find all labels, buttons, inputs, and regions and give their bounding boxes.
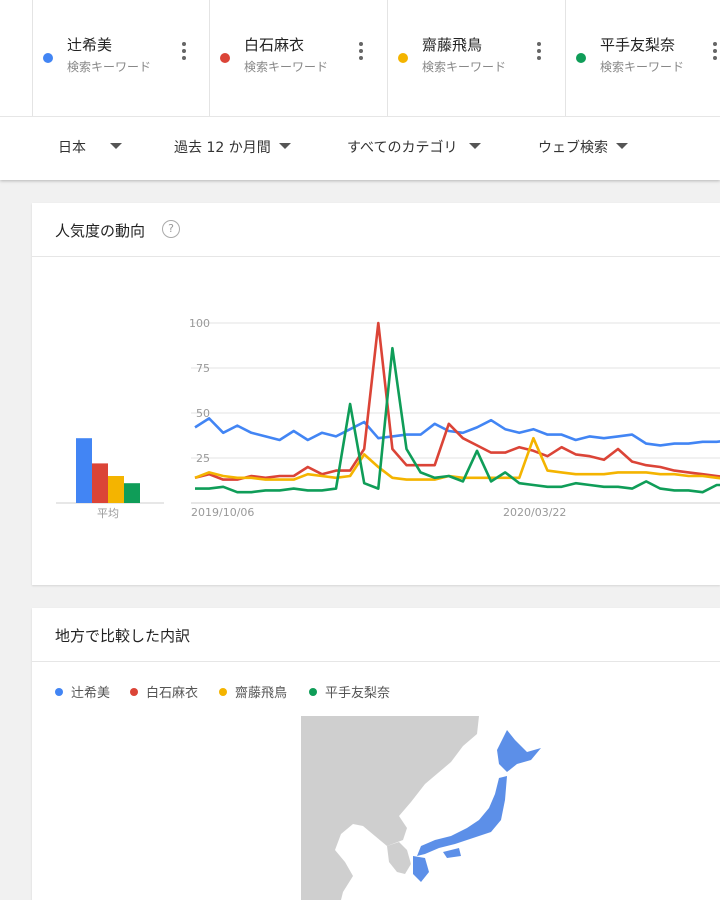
term-name: 白石麻衣 <box>244 36 305 54</box>
term-name: 齋藤飛鳥 <box>422 36 483 54</box>
trend-chart: 2550751002019/10/06 2020/03/22平均 <box>56 317 720 520</box>
card-title: 人気度の動向 <box>55 222 146 240</box>
dropdown-arrow-icon <box>469 143 482 149</box>
legend-label: 辻希美 <box>71 686 111 701</box>
korean-peninsula-shape <box>387 842 411 874</box>
legend-item: 齋藤飛鳥 <box>219 682 287 701</box>
term-type: 検索キーワード <box>600 60 685 74</box>
term-color-dot <box>576 53 586 63</box>
term-color-dot <box>43 53 53 63</box>
divider <box>32 661 720 662</box>
average-bar <box>76 438 92 503</box>
terms-row: 辻希美 検索キーワード 白石麻衣 検索キーワード 齋藤飛鳥 検索キーワード 平手… <box>32 0 720 116</box>
more-options-icon[interactable] <box>712 42 718 62</box>
interest-over-time-card: 人気度の動向 ? 25 50 75 100 2019/10/06 2020/03/22 平均 <box>32 203 720 585</box>
kyushu-shape[interactable] <box>413 856 429 882</box>
term-name: 辻希美 <box>67 36 113 54</box>
legend-dot <box>130 688 138 696</box>
legend-label: 平手友梨奈 <box>325 686 391 701</box>
term-type: 検索キーワード <box>422 60 507 74</box>
x-tick-label: 2020/03/22 <box>503 506 566 519</box>
region-filter[interactable]: 日本 <box>58 137 122 157</box>
legend-dot <box>309 688 317 696</box>
term-type: 検索キーワード <box>67 60 152 74</box>
card-title: 地方で比較した内訳 <box>55 627 191 645</box>
legend-dot <box>219 688 227 696</box>
average-bar <box>92 463 108 503</box>
term-card-1[interactable]: 辻希美 検索キーワード <box>32 0 210 116</box>
dropdown-arrow-icon <box>616 143 628 149</box>
y-tick-label: 100 <box>189 317 210 330</box>
search-type-filter[interactable]: ウェブ検索 <box>538 137 628 157</box>
filter-bar: 日本 過去 12 か月間 すべてのカテゴリ ウェブ検索 <box>0 116 720 181</box>
term-card-4[interactable]: 平手友梨奈 検索キーワード <box>565 0 720 116</box>
series-line <box>195 346 720 494</box>
average-bar <box>124 483 140 503</box>
shikoku-shape[interactable] <box>443 848 461 858</box>
dropdown-arrow-icon <box>278 143 291 149</box>
search-type-filter-label: ウェブ検索 <box>538 140 608 156</box>
term-color-dot <box>220 53 230 63</box>
hokkaido-shape[interactable] <box>497 730 541 772</box>
more-options-icon[interactable] <box>536 42 542 62</box>
x-tick-label: 2019/10/06 <box>191 506 254 519</box>
legend-label: 齋藤飛鳥 <box>235 686 288 701</box>
region-map[interactable] <box>301 716 720 900</box>
more-options-icon[interactable] <box>358 42 364 62</box>
legend-item: 白石麻衣 <box>130 682 198 701</box>
period-filter-label: 過去 12 か月間 <box>174 140 271 156</box>
y-tick-label: 25 <box>196 452 210 465</box>
average-label: 平均 <box>97 507 119 520</box>
average-bar <box>108 476 124 503</box>
legend-item: 平手友梨奈 <box>309 682 390 701</box>
term-color-dot <box>398 53 408 63</box>
term-card-3[interactable]: 齋藤飛鳥 検索キーワード <box>387 0 566 116</box>
term-name: 平手友梨奈 <box>600 36 676 54</box>
period-filter[interactable]: 過去 12 か月間 <box>174 137 291 157</box>
category-filter-label: すべてのカテゴリ <box>347 140 458 156</box>
y-tick-label: 75 <box>196 362 210 375</box>
series-line <box>194 321 720 481</box>
legend-item: 辻希美 <box>55 682 110 701</box>
category-filter[interactable]: すべてのカテゴリ <box>347 137 482 157</box>
region-filter-label: 日本 <box>58 140 86 156</box>
mainland-asia-shape <box>301 716 479 900</box>
term-type: 検索キーワード <box>244 60 329 74</box>
help-icon[interactable]: ? <box>162 220 180 238</box>
search-terms-header: 辻希美 検索キーワード 白石麻衣 検索キーワード 齋藤飛鳥 検索キーワード 平手… <box>0 0 720 180</box>
term-card-2[interactable]: 白石麻衣 検索キーワード <box>209 0 388 116</box>
series-line <box>194 436 720 481</box>
legend-dot <box>55 688 63 696</box>
honshu-shape[interactable] <box>417 776 507 856</box>
dropdown-arrow-icon <box>110 143 122 149</box>
legend-label: 白石麻衣 <box>146 686 199 701</box>
more-options-icon[interactable] <box>181 42 187 62</box>
